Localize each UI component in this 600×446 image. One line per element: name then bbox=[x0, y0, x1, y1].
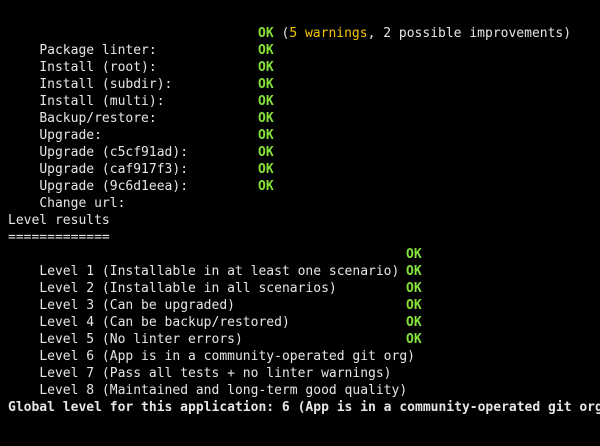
test-status-ok: OK bbox=[258, 94, 274, 109]
test-name: Change url: bbox=[39, 196, 126, 211]
test-status-ok: OK bbox=[258, 43, 274, 58]
test-status-ok: OK bbox=[258, 179, 274, 194]
test-status-ok: OK bbox=[258, 77, 274, 92]
level-status-ok: OK bbox=[406, 281, 422, 296]
test-row-upgrade-c5cf91ad: Upgrade (c5cf91ad): OK bbox=[8, 127, 273, 160]
level-status-ok: OK bbox=[406, 332, 422, 347]
level-status-ok: OK bbox=[406, 264, 422, 279]
test-row-backup-restore: Backup/restore: OK bbox=[8, 93, 273, 126]
test-status-ok: OK bbox=[258, 145, 274, 160]
level-row-2: Level 2 (Installable in all scenarios) O… bbox=[8, 263, 421, 296]
level-label: Level 8 (Maintained and long-term good q… bbox=[39, 383, 408, 398]
test-status-ok: OK bbox=[258, 60, 274, 75]
level-row-1: Level 1 (Installable in at least one sce… bbox=[8, 246, 421, 279]
linter-warnings-count: 5 warnings bbox=[289, 26, 368, 41]
level-row-6: Level 6 (App is in a community-operated … bbox=[8, 331, 421, 364]
level-row-8: Level 8 (Maintained and long-term good q… bbox=[8, 365, 407, 398]
test-status-ok: OK bbox=[258, 162, 274, 177]
level-results-underline: ============= bbox=[8, 230, 110, 245]
test-row-install-root: Install (root): OK bbox=[8, 42, 273, 75]
test-status-ok: OK bbox=[258, 128, 274, 143]
global-level-summary: Global level for this application: 6 (Ap… bbox=[8, 400, 600, 415]
level-status-ok: OK bbox=[406, 298, 422, 313]
level-status-ok: OK bbox=[406, 247, 422, 262]
test-status-ok: OK bbox=[258, 26, 274, 41]
test-row-install-subdir: Install (subdir): OK bbox=[8, 59, 273, 92]
level-status-ok: OK bbox=[406, 315, 422, 330]
test-row-upgrade-9c6d1eea: Upgrade (9c6d1eea): OK bbox=[8, 161, 273, 194]
test-row-package-linter: Package linter: OK (5 warnings, 2 possib… bbox=[8, 25, 571, 58]
level-results-heading: Level results bbox=[8, 213, 110, 228]
linter-note-open: ( bbox=[273, 26, 290, 41]
test-row-change-url: Change url: OK bbox=[8, 178, 273, 211]
test-row-install-multi: Install (multi): OK bbox=[8, 76, 273, 109]
terminal-output: Package linter: OK (5 warnings, 2 possib… bbox=[0, 0, 600, 446]
level-row-7: Level 7 (Pass all tests + no linter warn… bbox=[8, 348, 391, 381]
test-row-upgrade: Upgrade: OK bbox=[8, 110, 273, 143]
test-status-ok: OK bbox=[258, 111, 274, 126]
linter-note-rest: , 2 possible improvements) bbox=[367, 26, 572, 41]
level-row-4: Level 4 (Can be backup/restored) OK bbox=[8, 297, 421, 330]
level-row-5: Level 5 (No linter errors) OK bbox=[8, 314, 421, 347]
test-row-upgrade-caf917f3: Upgrade (caf917f3): OK bbox=[8, 144, 273, 177]
level-row-3: Level 3 (Can be upgraded) OK bbox=[8, 280, 421, 313]
